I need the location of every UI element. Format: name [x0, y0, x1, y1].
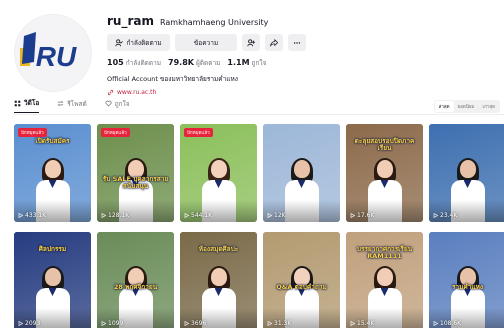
- tab-videos[interactable]: วิดีโอ: [14, 98, 40, 113]
- video-card[interactable]: Q&A ตอบคำถาม 31.3K: [263, 232, 340, 328]
- profile-header: ru_ram Ramkhamhaeng University กำลังติดต…: [107, 14, 497, 96]
- video-card[interactable]: บรรยากาศการเรียน RAM1111 15.4K: [346, 232, 423, 328]
- tabs-divider: [14, 114, 504, 115]
- view-count-text: 23.4K: [440, 212, 458, 219]
- video-caption-overlay: 28 พฤศจิกายน: [113, 283, 158, 291]
- video-card[interactable]: 28 พฤศจิกายน 1099: [97, 232, 174, 328]
- view-count-text: 3696: [191, 320, 207, 327]
- view-count-text: 2093: [25, 320, 41, 327]
- video-card[interactable]: ห้องสมุดศิลปะ 3696: [180, 232, 257, 328]
- profile-tabs: วิดีโอ รีโพสต์ ถูกใจ: [14, 98, 130, 113]
- play-icon: [101, 213, 106, 218]
- video-grid: เปิดรับสมัคร ปักหมุดแล้ว 433.1K รับ SALE บุ…: [14, 124, 504, 328]
- more-options-button[interactable]: [288, 34, 306, 51]
- view-count: 544.1K: [184, 212, 212, 219]
- video-caption-overlay: บรรยากาศการเรียน RAM1111: [356, 245, 413, 261]
- sort-latest[interactable]: ล่าสุด: [434, 101, 454, 112]
- sort-oldest[interactable]: เก่าสุด: [479, 101, 499, 112]
- play-icon: [267, 213, 272, 218]
- view-count-text: 31.3K: [274, 320, 292, 327]
- user-check-icon: [115, 38, 124, 46]
- video-card[interactable]: ปักหมุดแล้ว 544.1K: [180, 124, 257, 222]
- view-count: 15.4K: [350, 320, 374, 327]
- play-icon: [267, 321, 272, 326]
- video-caption-overlay: เปิดรับสมัคร: [35, 137, 70, 145]
- share-icon: [270, 38, 278, 46]
- view-count-text: 15.4K: [357, 320, 375, 327]
- view-count: 128.1K: [101, 212, 129, 219]
- add-user-icon: [247, 38, 255, 46]
- play-icon: [184, 321, 189, 326]
- view-count: 31.3K: [267, 320, 291, 327]
- tab-liked[interactable]: ถูกใจ: [105, 98, 130, 113]
- play-icon: [433, 321, 438, 326]
- video-card[interactable]: รับ SALE บุคลากรสายสนับสนุน ปักหมุดแล้ว 12…: [97, 124, 174, 222]
- play-icon: [18, 321, 23, 326]
- profile-link-text: www.ru.ac.th: [117, 89, 157, 96]
- video-caption-overlay: รับ SALE บุคลากรสายสนับสนุน: [102, 175, 169, 191]
- view-count: 108.6K: [433, 320, 461, 327]
- video-caption-overlay: ห้องสมุดศิลปะ: [198, 245, 239, 253]
- video-card[interactable]: 12K: [263, 124, 340, 222]
- following-button[interactable]: กำลังติดตาม: [107, 34, 170, 51]
- pinned-badge: ปักหมุดแล้ว: [101, 128, 130, 137]
- play-icon: [18, 213, 23, 218]
- link-icon: [107, 89, 114, 96]
- avatar-logo-text: RU: [36, 41, 77, 72]
- video-card[interactable]: ศิลปกรรม 2093: [14, 232, 91, 328]
- video-caption-overlay: Q&A ตอบคำถาม: [276, 283, 327, 291]
- play-icon: [433, 213, 438, 218]
- view-count: 433.1K: [18, 212, 46, 219]
- play-icon: [101, 321, 106, 326]
- play-icon: [184, 213, 189, 218]
- view-count: 3696: [184, 320, 206, 327]
- sort-popular[interactable]: ยอดนิยม: [454, 101, 479, 112]
- profile-stats: 105 กำลังติดตาม 79.8K ผู้ติดตาม 1.1M ถูกใจ: [107, 58, 497, 68]
- nickname: Ramkhamhaeng University: [159, 18, 269, 27]
- view-count-text: 433.1K: [25, 212, 47, 219]
- profile-avatar[interactable]: RU: [14, 14, 92, 92]
- stat-followers[interactable]: 79.8K ผู้ติดตาม: [168, 58, 220, 68]
- heart-icon: [105, 100, 112, 107]
- video-caption-overlay: รามคำแหง: [451, 283, 484, 291]
- username: ru_ram: [107, 14, 154, 28]
- following-label: กำลังติดตาม: [126, 38, 162, 47]
- share-button[interactable]: [265, 34, 283, 51]
- video-caption-overlay: ตะลุยสอบรอบปิดภาคเรียน: [354, 137, 415, 153]
- message-label: ข้อความ: [193, 38, 219, 47]
- profile-link[interactable]: www.ru.ac.th: [107, 89, 497, 96]
- video-card[interactable]: ตะลุยสอบรอบปิดภาคเรียน 17.6K: [346, 124, 423, 222]
- message-button[interactable]: ข้อความ: [175, 34, 237, 51]
- view-count: 23.4K: [433, 212, 457, 219]
- sort-toggle: ล่าสุด ยอดนิยม เก่าสุด: [433, 100, 500, 113]
- video-card[interactable]: รามคำแหง 108.6K: [429, 232, 504, 328]
- suggest-accounts-button[interactable]: [242, 34, 260, 51]
- view-count: 12K: [267, 212, 286, 219]
- play-icon: [350, 213, 355, 218]
- video-card[interactable]: เปิดรับสมัคร ปักหมุดแล้ว 433.1K: [14, 124, 91, 222]
- view-count: 1099: [101, 320, 123, 327]
- video-card[interactable]: 23.4K: [429, 124, 504, 222]
- pinned-badge: ปักหมุดแล้ว: [18, 128, 47, 137]
- stat-likes: 1.1M ถูกใจ: [227, 58, 267, 67]
- video-caption-overlay: ศิลปกรรม: [38, 245, 67, 253]
- repost-icon: [57, 100, 64, 107]
- profile-bio: Official Account ของมหาวิทยาลัยรามคำแหง: [107, 75, 238, 83]
- ramkhamhaeng-logo: RU: [20, 32, 77, 72]
- view-count-text: 17.6K: [357, 212, 375, 219]
- view-count-text: 108.6K: [440, 320, 462, 327]
- stat-following[interactable]: 105 กำลังติดตาม: [107, 58, 161, 68]
- pinned-badge: ปักหมุดแล้ว: [184, 128, 213, 137]
- tab-reposts[interactable]: รีโพสต์: [57, 98, 87, 113]
- ellipsis-icon: [293, 41, 301, 44]
- view-count-text: 1099: [108, 320, 124, 327]
- view-count-text: 128.1K: [108, 212, 130, 219]
- play-icon: [350, 321, 355, 326]
- view-count-text: 12K: [274, 212, 286, 219]
- view-count-text: 544.1K: [191, 212, 213, 219]
- view-count: 17.6K: [350, 212, 374, 219]
- grid-icon: [14, 100, 21, 106]
- view-count: 2093: [18, 320, 40, 327]
